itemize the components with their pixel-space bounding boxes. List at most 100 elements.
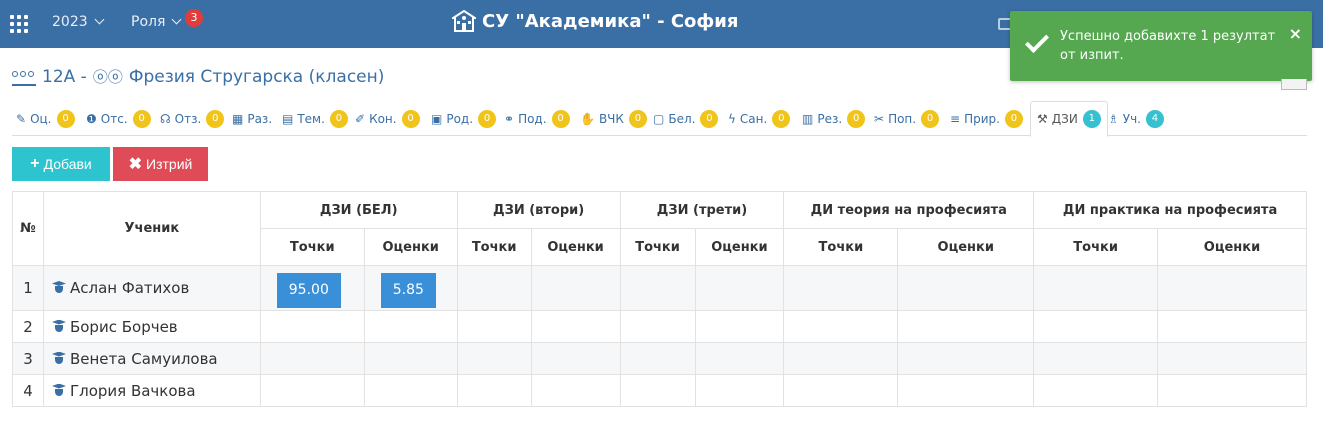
tab-feedback[interactable]: ☊ Отз. 0 (160, 101, 225, 136)
tab-label: Уч. (1122, 111, 1141, 126)
empty-cell[interactable] (783, 342, 899, 375)
tab-badge: 0 (772, 109, 791, 128)
student-name: Аслан Фатихов (69, 279, 190, 297)
bolt-icon: ϟ (728, 111, 736, 126)
tab-notes[interactable]: ▢ Бел. 0 (653, 101, 719, 136)
tab-additions[interactable]: ≡ Прир. 0 (950, 101, 1023, 136)
points-cell[interactable]: 95.00 (259, 265, 365, 311)
grade-cell[interactable]: 5.85 (363, 265, 458, 311)
empty-cell[interactable] (897, 374, 1035, 407)
empty-cell[interactable] (259, 374, 365, 407)
tab-vchk[interactable]: ✋ ВЧК 0 (580, 101, 647, 136)
student-link[interactable]: Венета Самуилова (42, 342, 261, 375)
class-group-icon (12, 68, 36, 86)
grade-value[interactable]: 5.85 (380, 273, 436, 308)
tab-results[interactable]: ▥ Рез. 0 (802, 101, 866, 136)
student-link[interactable]: Аслан Фатихов (42, 265, 261, 311)
empty-cell[interactable] (530, 310, 621, 343)
teacher-glasses-icon: ⓞⓞ (92, 68, 123, 86)
empty-cell[interactable] (897, 342, 1035, 375)
empty-cell[interactable] (456, 310, 532, 343)
empty-cell[interactable] (1157, 265, 1307, 311)
empty-cell[interactable] (1157, 310, 1307, 343)
close-icon: ✖ (128, 156, 143, 173)
delete-button[interactable]: ✖ Изтрий (113, 147, 208, 181)
empty-cell[interactable] (1157, 342, 1307, 375)
group-header: ДИ практика на професията (1033, 191, 1307, 229)
empty-cell[interactable] (619, 310, 696, 343)
chevron-down-icon (94, 14, 105, 25)
empty-cell[interactable] (783, 310, 899, 343)
empty-cell[interactable] (456, 265, 532, 311)
empty-cell[interactable] (363, 342, 458, 375)
tab-controls[interactable]: ✐ Кон. 0 (355, 101, 420, 136)
tab-support[interactable]: ⚭ Под. 0 (504, 101, 570, 136)
collapse-button[interactable] (1281, 79, 1307, 90)
tab-label: Сан. (739, 111, 768, 126)
empty-cell[interactable] (619, 374, 696, 407)
sub-header-grades: Оценки (363, 228, 458, 266)
tab-grades[interactable]: ✎ Оц. 0 (16, 101, 75, 136)
chevron-down-icon (171, 14, 182, 25)
tab-absences[interactable]: ❶ Отс. 0 (86, 101, 151, 136)
tab-schedule[interactable]: ▦ Раз. (232, 101, 272, 136)
tab-corrections[interactable]: ✂ Поп. 0 (874, 101, 940, 136)
empty-cell[interactable] (259, 310, 365, 343)
apps-grid-icon[interactable] (10, 15, 28, 33)
tab-label: Тем. (297, 111, 325, 126)
row-number: 2 (12, 310, 44, 343)
student-link[interactable]: Глория Вачкова (42, 374, 261, 407)
points-value[interactable]: 95.00 (276, 273, 341, 308)
empty-cell[interactable] (1157, 374, 1307, 407)
tab-badge: 0 (700, 109, 719, 128)
empty-cell[interactable] (694, 342, 785, 375)
group-header: ДЗИ (втори) (456, 191, 621, 229)
toast-close-icon[interactable]: × (1289, 24, 1302, 43)
empty-cell[interactable] (694, 374, 785, 407)
empty-cell[interactable] (619, 265, 696, 311)
row-number: 3 (12, 342, 44, 375)
edit-icon: ✐ (355, 111, 366, 126)
empty-cell[interactable] (456, 342, 532, 375)
role-dropdown[interactable]: Роля (131, 14, 182, 30)
row-number: 1 (12, 265, 44, 311)
empty-cell[interactable] (783, 374, 899, 407)
empty-cell[interactable] (619, 342, 696, 375)
empty-cell[interactable] (530, 374, 621, 407)
tab-dzi[interactable]: ⚒ ДЗИ 1 (1030, 101, 1108, 137)
add-button[interactable]: + Добави (12, 147, 110, 181)
table-icon: ▦ (232, 111, 244, 126)
sub-header-points: Точки (456, 228, 532, 266)
empty-cell[interactable] (530, 265, 621, 311)
col-num-header: № (12, 191, 44, 266)
student-link[interactable]: Борис Борчев (42, 310, 261, 343)
empty-cell[interactable] (1033, 342, 1159, 375)
tab-label: Прир. (964, 111, 1000, 126)
sub-header-points: Точки (783, 228, 899, 266)
tab-badge: 0 (628, 109, 647, 128)
empty-cell[interactable] (783, 265, 899, 311)
empty-cell[interactable] (1033, 310, 1159, 343)
role-label: Роля (131, 14, 166, 30)
empty-cell[interactable] (1033, 374, 1159, 407)
empty-cell[interactable] (363, 310, 458, 343)
tab-label: ДЗИ (1051, 112, 1078, 126)
empty-cell[interactable] (694, 265, 785, 311)
empty-cell[interactable] (259, 342, 365, 375)
empty-cell[interactable] (897, 310, 1035, 343)
tab-topics[interactable]: ▤ Тем. 0 (282, 101, 348, 136)
tab-parents[interactable]: ▣ Род. 0 (431, 101, 497, 136)
empty-cell[interactable] (1033, 265, 1159, 311)
pencil-icon: ✎ (16, 111, 27, 126)
hammer-icon: ⚒ (1037, 112, 1048, 126)
tab-sanctions[interactable]: ϟ Сан. 0 (728, 101, 791, 136)
empty-cell[interactable] (456, 374, 532, 407)
tab-label: Рез. (817, 111, 843, 126)
empty-cell[interactable] (897, 265, 1035, 311)
empty-cell[interactable] (363, 374, 458, 407)
year-dropdown[interactable]: 2023 (52, 14, 105, 30)
tab-students[interactable]: ♗ Уч. 4 (1108, 101, 1164, 136)
empty-cell[interactable] (530, 342, 621, 375)
tab-badge: 0 (329, 109, 348, 128)
empty-cell[interactable] (694, 310, 785, 343)
